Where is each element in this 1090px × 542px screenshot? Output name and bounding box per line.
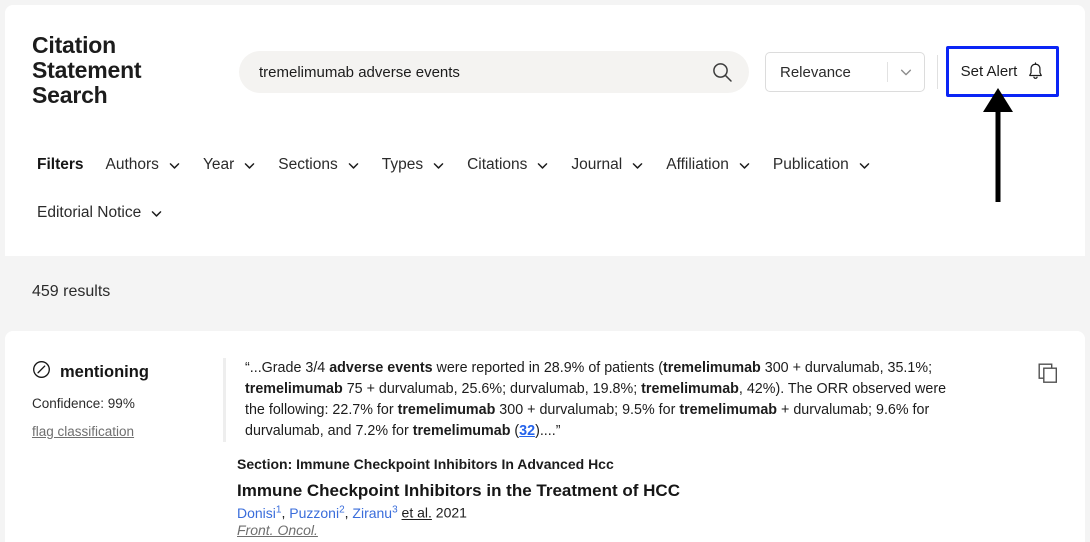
publication-year: 2021: [436, 505, 467, 521]
filters-row-secondary: Editorial Notice: [37, 204, 185, 222]
journal-link[interactable]: Front. Oncol.: [237, 522, 318, 538]
quote-term-9: tremelimumab: [398, 402, 496, 418]
toolbar-divider: [937, 55, 938, 89]
search-box[interactable]: [239, 51, 749, 93]
quote-term-7: tremelimumab: [641, 381, 739, 397]
chevron-down-icon: [536, 159, 549, 172]
header-panel: Citation Statement Search Relevance: [5, 5, 1085, 256]
citation-reference-link[interactable]: 32: [519, 423, 535, 439]
annotation-arrow-icon: [978, 88, 1018, 203]
results-count: 459 results: [32, 283, 110, 301]
copy-icon[interactable]: [1038, 363, 1058, 383]
page-title-line-3: Search: [32, 83, 217, 108]
author-name-1: Donisi: [237, 505, 276, 521]
author-link-1[interactable]: Donisi1: [237, 505, 281, 521]
quote-run-4: 300 + durvalumab, 35.1%;: [761, 360, 932, 376]
result-authors: Donisi1, Puzzoni2, Ziranu3 et al. 2021: [237, 504, 467, 521]
author-sup-3: 3: [392, 504, 398, 515]
chevron-down-icon: [631, 159, 644, 172]
filter-sections[interactable]: Sections: [278, 156, 359, 174]
page-background: Citation Statement Search Relevance: [0, 0, 1090, 542]
quote-run-14: (: [510, 423, 519, 439]
chevron-down-icon: [432, 159, 445, 172]
filter-publication[interactable]: Publication: [773, 156, 871, 174]
quote-run-6: 75 + durvalumab, 25.6%; durvalumab, 19.8…: [343, 381, 641, 397]
sort-select[interactable]: Relevance: [765, 52, 925, 92]
filter-types[interactable]: Types: [382, 156, 445, 174]
quote-term-1: adverse events: [329, 360, 432, 376]
citation-quote-block: “...Grade 3/4 adverse events were report…: [223, 358, 953, 442]
quote-run-0: “...Grade 3/4: [245, 360, 329, 376]
et-al-label: et al.: [402, 505, 432, 521]
classification-label: mentioning: [60, 363, 149, 382]
quote-term-5: tremelimumab: [245, 381, 343, 397]
filter-citations[interactable]: Citations: [467, 156, 549, 174]
sort-select-value: Relevance: [780, 64, 887, 81]
chevron-down-icon: [858, 159, 871, 172]
quote-run-10: 300 + durvalumab; 9.5% for: [495, 402, 679, 418]
filter-types-label: Types: [382, 156, 423, 174]
filter-authors[interactable]: Authors: [106, 156, 181, 174]
chevron-down-icon: [738, 159, 751, 172]
result-title[interactable]: Immune Checkpoint Inhibitors in the Trea…: [237, 481, 680, 501]
chevron-down-icon: [168, 159, 181, 172]
confidence-text: Confidence: 99%: [32, 396, 207, 411]
quote-run-16: )....”: [535, 423, 560, 439]
slashed-circle-icon: [32, 360, 51, 384]
bell-icon: [1027, 62, 1044, 81]
classification-column: mentioning Confidence: 99% flag classifi…: [32, 360, 207, 441]
filter-affiliation-label: Affiliation: [666, 156, 729, 174]
page-title-line-1: Citation: [32, 33, 217, 58]
chevron-down-icon[interactable]: [888, 65, 924, 79]
filter-journal-label: Journal: [571, 156, 622, 174]
filter-authors-label: Authors: [106, 156, 159, 174]
filter-affiliation[interactable]: Affiliation: [666, 156, 751, 174]
page-title: Citation Statement Search: [32, 33, 217, 108]
filters-heading: Filters: [37, 156, 84, 174]
page-title-line-2: Statement: [32, 58, 217, 83]
chevron-down-icon: [243, 159, 256, 172]
author-name-3: Ziranu: [352, 505, 392, 521]
citation-quote-text: “...Grade 3/4 adverse events were report…: [245, 358, 953, 442]
set-alert-label: Set Alert: [961, 63, 1018, 80]
filter-publication-label: Publication: [773, 156, 849, 174]
filters-row-primary: Filters Authors Year Sections: [37, 156, 893, 174]
author-link-3[interactable]: Ziranu3: [352, 505, 397, 521]
quote-term-11: tremelimumab: [679, 402, 777, 418]
filter-editorial-notice-label: Editorial Notice: [37, 204, 141, 222]
quote-term-13: tremelimumab: [413, 423, 511, 439]
flag-classification-link[interactable]: flag classification: [32, 424, 134, 439]
filter-journal[interactable]: Journal: [571, 156, 644, 174]
result-card: mentioning Confidence: 99% flag classifi…: [5, 331, 1085, 542]
filter-editorial-notice[interactable]: Editorial Notice: [37, 204, 163, 222]
filter-citations-label: Citations: [467, 156, 527, 174]
author-link-2[interactable]: Puzzoni2: [289, 505, 344, 521]
filter-year-label: Year: [203, 156, 234, 174]
classification-header: mentioning: [32, 360, 207, 384]
author-name-2: Puzzoni: [289, 505, 339, 521]
result-section: Section: Immune Checkpoint Inhibitors In…: [237, 456, 614, 472]
quote-run-2: were reported in 28.9% of patients (: [433, 360, 663, 376]
search-icon[interactable]: [711, 61, 733, 83]
filter-year[interactable]: Year: [203, 156, 256, 174]
filter-sections-label: Sections: [278, 156, 337, 174]
results-band: [5, 256, 1085, 331]
chevron-down-icon: [347, 159, 360, 172]
search-input[interactable]: [259, 64, 699, 81]
chevron-down-icon: [150, 207, 163, 220]
quote-term-3: tremelimumab: [663, 360, 761, 376]
